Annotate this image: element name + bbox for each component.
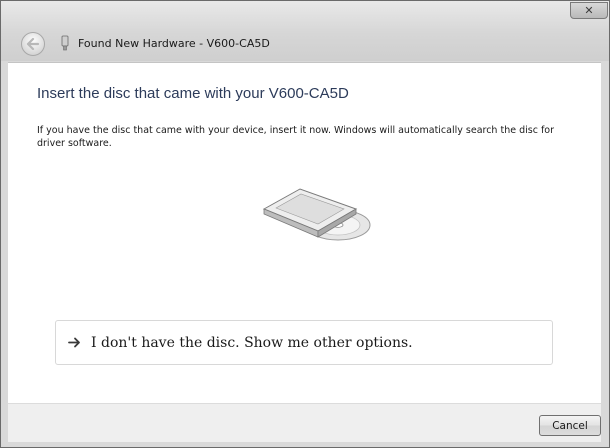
disc-drive-icon bbox=[262, 188, 371, 241]
no-disc-option-link[interactable]: I don't have the disc. Show me other opt… bbox=[55, 320, 553, 365]
close-button[interactable]: ✕ bbox=[570, 2, 608, 19]
footer-bar: Cancel bbox=[8, 403, 601, 442]
page-heading: Insert the disc that came with your V600… bbox=[37, 85, 349, 102]
back-button[interactable] bbox=[21, 32, 45, 56]
instructions-text: If you have the disc that came with your… bbox=[37, 125, 555, 149]
title-bar: ✕ Found New Hardware - V600-CA5D bbox=[1, 1, 609, 61]
wizard-window: ✕ Found New Hardware - V600-CA5D Insert … bbox=[0, 0, 610, 448]
window-title: Found New Hardware - V600-CA5D bbox=[78, 37, 270, 50]
usb-device-icon bbox=[61, 35, 69, 51]
back-arrow-icon bbox=[26, 38, 40, 50]
close-icon: ✕ bbox=[584, 4, 594, 17]
no-disc-option-label: I don't have the disc. Show me other opt… bbox=[91, 334, 413, 351]
cancel-button[interactable]: Cancel bbox=[539, 415, 601, 436]
arrow-right-icon bbox=[67, 336, 81, 350]
content-area: Insert the disc that came with your V600… bbox=[8, 62, 601, 403]
